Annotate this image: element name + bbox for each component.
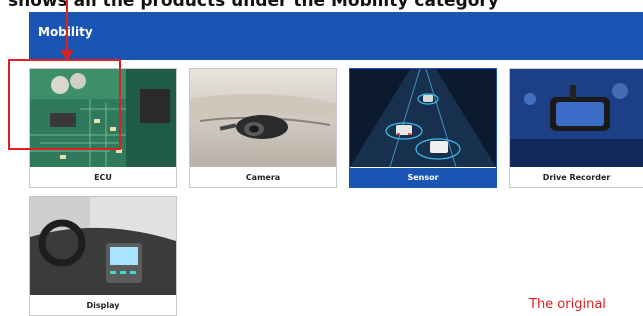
- car-dashboard-display-image: [30, 197, 176, 295]
- tile-label-drive-recorder: Drive Recorder: [542, 173, 611, 182]
- product-tile-drive-recorder[interactable]: Drive Recorder: [509, 68, 643, 188]
- product-tile-sensor[interactable]: Sensor: [349, 68, 497, 188]
- tile-label-sensor: Sensor: [350, 168, 496, 187]
- ecu-circuit-board-image: [30, 69, 176, 167]
- sensor-road-image: [350, 69, 496, 167]
- category-banner: Mobility: [29, 12, 643, 60]
- dashcam-image: [510, 69, 643, 167]
- annotation-note: The original: [529, 297, 606, 312]
- tile-label-display: Display: [86, 301, 120, 310]
- car-camera-image: [190, 69, 336, 167]
- product-tile-ecu[interactable]: ECU: [29, 68, 177, 188]
- product-tile-camera[interactable]: Camera: [189, 68, 337, 188]
- tile-label-camera: Camera: [245, 173, 281, 182]
- arrow-line: [66, 0, 68, 52]
- product-tile-display[interactable]: Display: [29, 196, 177, 316]
- top-caption-strip: shows all the products under the Mobilit…: [0, 0, 643, 12]
- arrow-down-icon: [60, 50, 74, 60]
- tile-label-ecu: ECU: [94, 173, 112, 182]
- top-caption-text: shows all the products under the Mobilit…: [8, 0, 499, 11]
